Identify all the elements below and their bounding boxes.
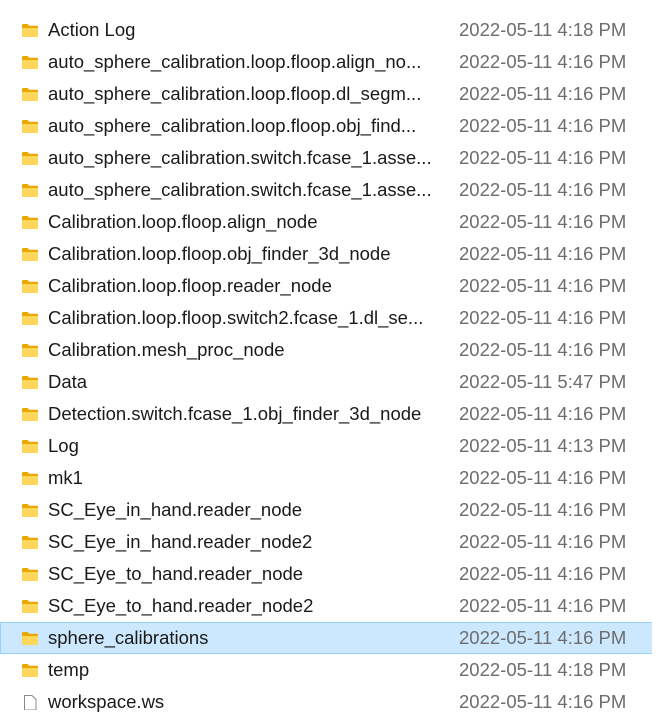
file-date-modified: 2022-05-11 4:16 PM [459, 403, 627, 424]
file-name[interactable]: Calibration.loop.floop.reader_node [48, 271, 438, 301]
file-name[interactable]: Calibration.loop.floop.obj_finder_3d_nod… [48, 239, 438, 269]
folder-icon [22, 504, 38, 517]
file-row-selected[interactable]: sphere_calibrations 2022-05-11 4:16 PM [0, 622, 658, 654]
file-date-modified: 2022-05-11 4:16 PM [459, 499, 627, 520]
file-row[interactable]: Action Log 2022-05-11 4:18 PM [0, 14, 658, 46]
folder-icon [22, 152, 38, 165]
file-date-modified: 2022-05-11 4:16 PM [459, 147, 627, 168]
folder-icon [22, 408, 38, 421]
folder-icon [22, 472, 38, 485]
folder-icon [22, 184, 38, 197]
file-row[interactable]: workspace.ws 2022-05-11 4:16 PM [0, 686, 658, 718]
file-date-modified: 2022-05-11 4:18 PM [459, 659, 627, 680]
file-row[interactable]: auto_sphere_calibration.loop.floop.dl_se… [0, 78, 658, 110]
file-date-modified: 2022-05-11 4:16 PM [459, 595, 627, 616]
file-name[interactable]: Calibration.mesh_proc_node [48, 335, 438, 365]
file-name[interactable]: Calibration.loop.floop.switch2.fcase_1.d… [48, 303, 438, 333]
file-date-modified: 2022-05-11 5:47 PM [459, 371, 627, 392]
file-name[interactable]: temp [48, 655, 438, 685]
file-row[interactable]: Calibration.loop.floop.obj_finder_3d_nod… [0, 238, 658, 270]
file-row[interactable]: Calibration.loop.floop.reader_node 2022-0… [0, 270, 658, 302]
file-name[interactable]: Calibration.loop.floop.align_node [48, 207, 438, 237]
file-name[interactable]: mk1 [48, 463, 438, 493]
file-date-modified: 2022-05-11 4:18 PM [459, 19, 627, 40]
file-list: Action Log 2022-05-11 4:18 PM auto_sphere_… [0, 14, 658, 718]
file-row[interactable]: SC_Eye_in_hand.reader_node 2022-05-11 4:1… [0, 494, 658, 526]
file-row[interactable]: Calibration.loop.floop.align_node 2022-05… [0, 206, 658, 238]
file-name[interactable]: Action Log [48, 15, 438, 45]
file-date-modified: 2022-05-11 4:16 PM [459, 115, 627, 136]
folder-icon [22, 344, 38, 357]
vertical-scrollbar[interactable] [652, 0, 658, 700]
file-name[interactable]: auto_sphere_calibration.switch.fcase_1.a… [48, 175, 438, 205]
file-date-modified: 2022-05-11 4:16 PM [459, 691, 627, 712]
file-date-modified: 2022-05-11 4:16 PM [459, 531, 627, 552]
file-date-modified: 2022-05-11 4:16 PM [459, 467, 627, 488]
file-name[interactable]: SC_Eye_to_hand.reader_node2 [48, 591, 438, 621]
file-name[interactable]: workspace.ws [48, 687, 438, 717]
file-date-modified: 2022-05-11 4:16 PM [459, 243, 627, 264]
file-row[interactable]: Data 2022-05-11 5:47 PM [0, 366, 658, 398]
folder-icon [22, 120, 38, 133]
file-row[interactable]: Log 2022-05-11 4:13 PM [0, 430, 658, 462]
folder-icon [22, 536, 38, 549]
folder-icon [22, 376, 38, 389]
file-name[interactable]: Log [48, 431, 438, 461]
file-row[interactable]: SC_Eye_in_hand.reader_node2 2022-05-11 4:… [0, 526, 658, 558]
file-icon [24, 695, 37, 710]
file-row[interactable]: mk1 2022-05-11 4:16 PM [0, 462, 658, 494]
folder-icon [22, 280, 38, 293]
folder-icon [22, 664, 38, 677]
file-date-modified: 2022-05-11 4:16 PM [459, 51, 627, 72]
file-name[interactable]: auto_sphere_calibration.switch.fcase_1.a… [48, 143, 438, 173]
file-row[interactable]: temp 2022-05-11 4:18 PM [0, 654, 658, 686]
file-name[interactable]: SC_Eye_to_hand.reader_node [48, 559, 438, 589]
folder-icon [22, 216, 38, 229]
file-row[interactable]: auto_sphere_calibration.loop.floop.obj_f… [0, 110, 658, 142]
file-row[interactable]: auto_sphere_calibration.loop.floop.align… [0, 46, 658, 78]
file-date-modified: 2022-05-11 4:16 PM [459, 627, 627, 648]
folder-icon [22, 568, 38, 581]
file-name[interactable]: auto_sphere_calibration.loop.floop.align… [48, 47, 438, 77]
folder-icon [22, 600, 38, 613]
file-row[interactable]: auto_sphere_calibration.switch.fcase_1.a… [0, 142, 658, 174]
file-row[interactable]: SC_Eye_to_hand.reader_node 2022-05-11 4:1… [0, 558, 658, 590]
folder-icon [22, 88, 38, 101]
file-row[interactable]: auto_sphere_calibration.switch.fcase_1.a… [0, 174, 658, 206]
file-row[interactable]: Detection.switch.fcase_1.obj_finder_3d_n… [0, 398, 658, 430]
file-date-modified: 2022-05-11 4:16 PM [459, 339, 627, 360]
file-name[interactable]: SC_Eye_in_hand.reader_node2 [48, 527, 438, 557]
file-name[interactable]: auto_sphere_calibration.loop.floop.obj_f… [48, 111, 438, 141]
folder-icon [22, 440, 38, 453]
folder-icon [22, 24, 38, 37]
file-name[interactable]: Data [48, 367, 438, 397]
file-name[interactable]: auto_sphere_calibration.loop.floop.dl_se… [48, 79, 438, 109]
file-row[interactable]: Calibration.loop.floop.switch2.fcase_1.d… [0, 302, 658, 334]
folder-icon [22, 632, 38, 645]
file-row[interactable]: Calibration.mesh_proc_node 2022-05-11 4:1… [0, 334, 658, 366]
file-date-modified: 2022-05-11 4:16 PM [459, 83, 627, 104]
file-date-modified: 2022-05-11 4:16 PM [459, 211, 627, 232]
file-name[interactable]: Detection.switch.fcase_1.obj_finder_3d_n… [48, 399, 438, 429]
file-name[interactable]: sphere_calibrations [48, 623, 438, 653]
folder-icon [22, 56, 38, 69]
file-date-modified: 2022-05-11 4:16 PM [459, 307, 627, 328]
file-date-modified: 2022-05-11 4:16 PM [459, 179, 627, 200]
folder-icon [22, 312, 38, 325]
file-row[interactable]: SC_Eye_to_hand.reader_node2 2022-05-11 4:… [0, 590, 658, 622]
file-date-modified: 2022-05-11 4:16 PM [459, 275, 627, 296]
folder-icon [22, 248, 38, 261]
file-date-modified: 2022-05-11 4:13 PM [459, 435, 627, 456]
file-date-modified: 2022-05-11 4:16 PM [459, 563, 627, 584]
file-name[interactable]: SC_Eye_in_hand.reader_node [48, 495, 438, 525]
